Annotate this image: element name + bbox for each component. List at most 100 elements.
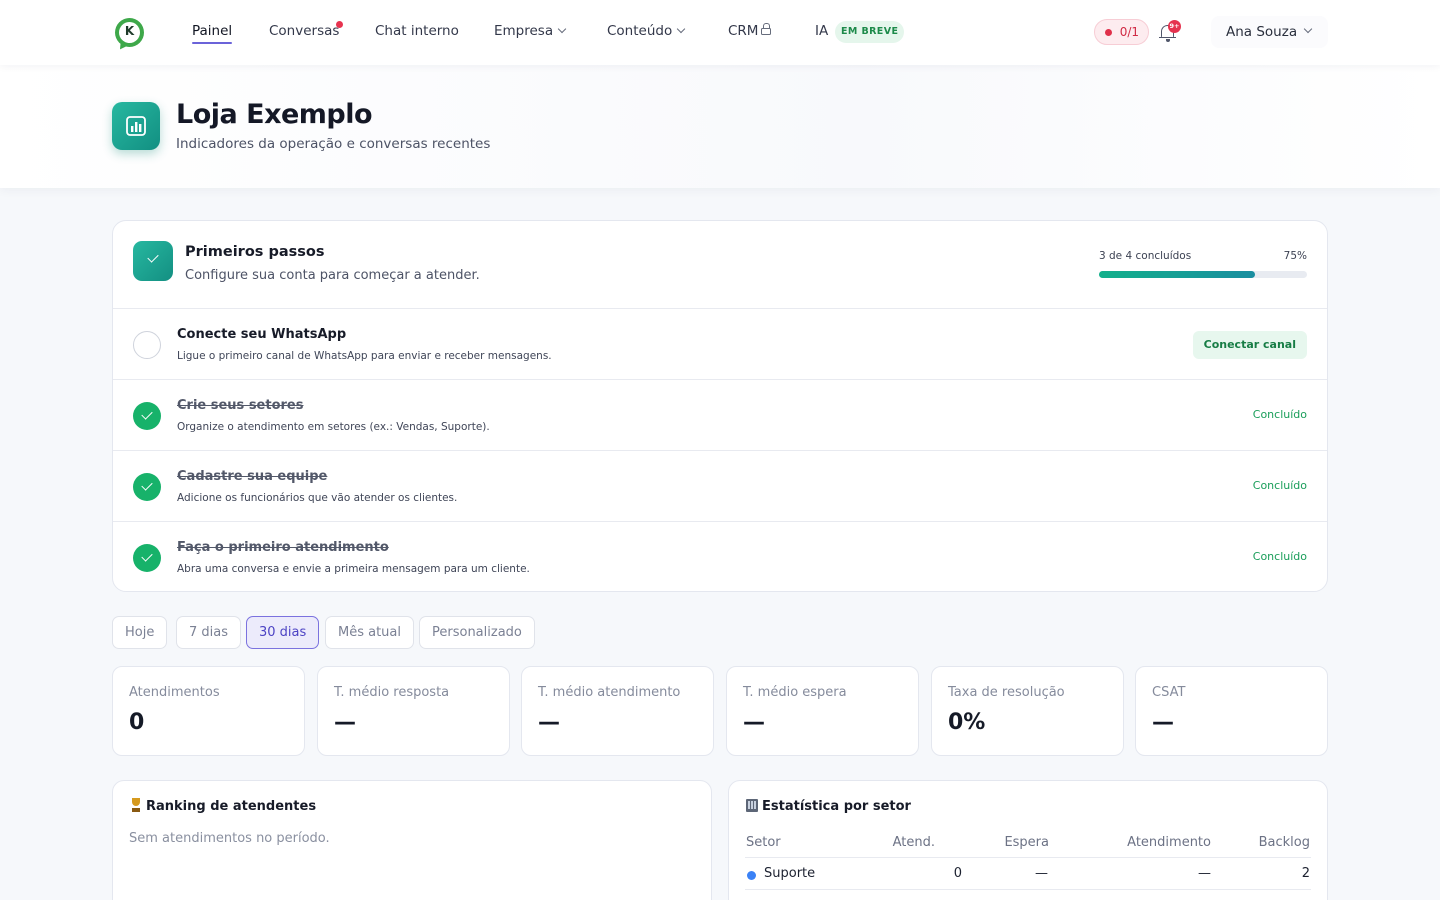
step-status: Concluído (1252, 408, 1307, 421)
kpi-value: — (334, 710, 356, 735)
user-name: Ana Souza (1226, 24, 1298, 40)
nav-conversas-label: Conversas (269, 23, 340, 39)
step-title: Crie seus setores (177, 398, 304, 413)
step-done-check-icon (133, 402, 161, 430)
nav-conteudo[interactable]: Conteúdo (607, 23, 686, 39)
step-title: Conecte seu WhatsApp (177, 327, 347, 342)
connect-channel-button[interactable]: Conectar canal (1192, 331, 1307, 359)
sector-stats-panel: Estatística por setor Setor Atend. Esper… (728, 780, 1328, 900)
coming-soon-badge: EM BREVE (835, 21, 905, 43)
step-title: Faça o primeiro atendimento (177, 540, 389, 555)
kpi-label: T. médio resposta (334, 685, 450, 700)
nav-crm[interactable]: CRM (728, 23, 772, 39)
filter-custom[interactable]: Personalizado (419, 616, 535, 649)
table-row-divider (745, 889, 1311, 890)
logo[interactable]: K (115, 18, 144, 47)
kpi-card-resolution-rate: Taxa de resolução 0% (931, 666, 1124, 756)
step-first-service: Faça o primeiro atendimento Abra uma con… (113, 522, 1327, 591)
sector-espera-value: — (1035, 866, 1048, 881)
chevron-down-icon (557, 24, 567, 34)
column-header-atendimento[interactable]: Atendimento (1127, 835, 1211, 850)
onboarding-title: Primeiros passos (185, 244, 325, 260)
step-title: Cadastre sua equipe (177, 469, 328, 484)
nav-conteudo-label: Conteúdo (607, 23, 673, 39)
step-description: Abra uma conversa e envie a primeira men… (177, 563, 530, 575)
bar-chart-icon (126, 116, 146, 136)
nav-crm-label: CRM (728, 23, 759, 39)
nav-chat-interno[interactable]: Chat interno (375, 23, 459, 39)
ranking-title: Ranking de atendentes (129, 798, 316, 814)
chevron-down-icon (676, 24, 686, 34)
kpi-label: T. médio atendimento (538, 685, 681, 700)
onboarding-card: Primeiros passos Configure sua conta par… (112, 220, 1328, 592)
progress-percent: 75% (1283, 250, 1307, 262)
step-register-team: Cadastre sua equipe Adicione os funcioná… (113, 451, 1327, 522)
sector-atendimento-value: — (1198, 866, 1211, 881)
filter-current-month[interactable]: Mês atual (325, 616, 415, 649)
kpi-card-atendimentos: Atendimentos 0 (112, 666, 305, 756)
ranking-panel: Ranking de atendentes Sem atendimentos n… (112, 780, 712, 900)
ranking-title-text: Ranking de atendentes (146, 799, 317, 814)
sector-color-dot (747, 871, 756, 880)
step-description: Organize o atendimento em setores (ex.: … (177, 421, 490, 433)
kpi-label: T. médio espera (743, 685, 847, 700)
column-header-espera[interactable]: Espera (1004, 835, 1049, 850)
step-done-check-icon (133, 544, 161, 572)
kpi-value: — (1152, 710, 1174, 735)
active-conversations-counter[interactable]: 0/1 (1094, 19, 1149, 45)
nav-empresa[interactable]: Empresa (494, 23, 567, 39)
top-navigation: K Painel Conversas Chat interno Empresa … (0, 0, 1440, 65)
nav-painel[interactable]: Painel (192, 23, 233, 44)
kpi-card-csat: CSAT — (1135, 666, 1328, 756)
kpi-value: — (538, 710, 560, 735)
nav-painel-label: Painel (192, 23, 233, 39)
building-icon (745, 798, 759, 812)
step-pending-circle (133, 331, 161, 359)
filter-7-days[interactable]: 7 dias (176, 616, 242, 649)
filter-30-days[interactable]: 30 dias (246, 616, 320, 649)
dashboard-icon-tile (112, 102, 160, 150)
table-header-divider (745, 857, 1311, 858)
step-status: Concluído (1252, 550, 1307, 563)
kpi-value: 0 (129, 710, 145, 735)
kpi-value: — (743, 710, 765, 735)
progress-bar (1099, 271, 1307, 278)
kpi-label: CSAT (1152, 685, 1186, 700)
filter-today[interactable]: Hoje (112, 616, 168, 649)
nav-ia[interactable]: IA (815, 23, 828, 39)
nav-chat-interno-label: Chat interno (375, 23, 459, 39)
trophy-icon (129, 798, 143, 812)
progress-bar-fill (1099, 271, 1255, 278)
page-header: Loja Exemplo Indicadores da operação e c… (0, 65, 1440, 188)
nav-conversas[interactable]: Conversas (269, 23, 339, 39)
step-description: Adicione os funcionários que vão atender… (177, 492, 458, 504)
kpi-card-wait-time: T. médio espera — (726, 666, 919, 756)
step-description: Ligue o primeiro canal de WhatsApp para … (177, 350, 552, 362)
sector-stats-title: Estatística por setor (745, 798, 911, 814)
step-connect-whatsapp: Conecte seu WhatsApp Ligue o primeiro ca… (113, 309, 1327, 380)
chevron-down-icon (1303, 24, 1313, 34)
notification-count-badge: 9+ (1168, 20, 1181, 33)
step-done-check-icon (133, 473, 161, 501)
sector-backlog-value: 2 (1301, 866, 1310, 881)
sector-atend-value: 0 (953, 866, 962, 881)
column-header-atend[interactable]: Atend. (893, 835, 935, 850)
sector-name: Suporte (764, 866, 816, 881)
check-icon (133, 241, 173, 281)
nav-ia-label: IA (815, 23, 829, 39)
ranking-empty-state: Sem atendimentos no período. (129, 831, 330, 846)
kpi-label: Taxa de resolução (948, 685, 1065, 700)
kpi-value: 0% (948, 710, 986, 735)
onboarding-header: Primeiros passos Configure sua conta par… (113, 221, 1327, 309)
conversas-unread-dot (336, 21, 343, 28)
kpi-label: Atendimentos (129, 685, 220, 700)
nav-empresa-label: Empresa (494, 23, 554, 39)
page-title: Loja Exemplo (176, 99, 373, 130)
column-header-backlog[interactable]: Backlog (1259, 835, 1310, 850)
sector-stats-title-text: Estatística por setor (762, 799, 911, 814)
logo-letter: K (124, 24, 135, 38)
onboarding-subtitle: Configure sua conta para começar a atend… (185, 268, 480, 283)
user-menu[interactable]: Ana Souza (1211, 16, 1328, 48)
column-header-setor[interactable]: Setor (746, 835, 781, 850)
kpi-card-response-time: T. médio resposta — (317, 666, 510, 756)
